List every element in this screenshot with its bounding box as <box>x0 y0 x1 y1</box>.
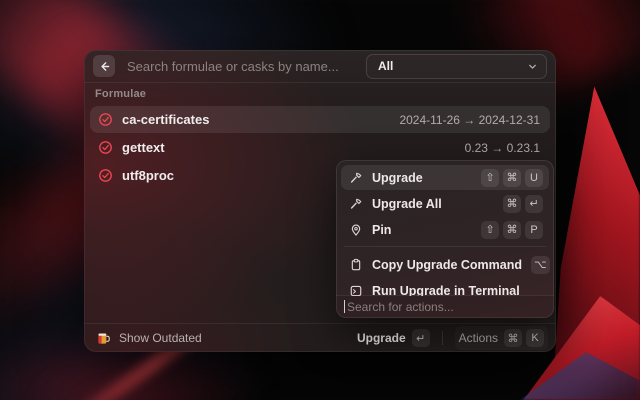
header: All <box>84 50 556 82</box>
menu-item-label: Upgrade All <box>372 197 494 211</box>
header-divider <box>84 82 556 83</box>
cmd-keycap: ⌘ <box>503 221 521 239</box>
shift-keycap: ⇧ <box>481 221 499 239</box>
primary-action-label: Upgrade <box>357 331 406 345</box>
p-keycap: P <box>525 221 543 239</box>
actions-search-input[interactable] <box>345 299 545 315</box>
actions-label: Actions <box>459 331 498 345</box>
hammer-icon <box>349 171 363 185</box>
list-item-gettext[interactable]: gettext 0.23 → 0.23.1 <box>90 134 550 161</box>
search-input[interactable] <box>125 58 356 75</box>
section-label: Formulae <box>95 88 146 100</box>
actions-list: Upgrade ⇧ ⌘ U Upgrade All ⌘ ↵ <box>336 160 554 296</box>
menu-item-upgrade[interactable]: Upgrade ⇧ ⌘ U <box>341 165 549 190</box>
footer-source-label: Show Outdated <box>119 331 202 345</box>
filter-dropdown[interactable]: All <box>366 54 547 79</box>
check-circle-icon <box>98 140 113 155</box>
wallpaper-blue-wedge-bottom-right <box>520 352 640 400</box>
footer: Show Outdated Upgrade ↵ Actions ⌘ K <box>84 324 556 352</box>
cmd-keycap: ⌘ <box>503 195 521 213</box>
arrow-left-icon <box>98 60 111 73</box>
menu-item-label: Pin <box>372 223 472 237</box>
menu-item-label: Upgrade <box>372 171 472 185</box>
return-keycap: ↵ <box>525 195 543 213</box>
menu-item-run-upgrade-in-terminal[interactable]: Run Upgrade in Terminal <box>341 278 549 296</box>
cmd-keycap: ⌘ <box>503 169 521 187</box>
formula-name: ca-certificates <box>122 112 390 127</box>
wallpaper-red-wedge-right <box>552 70 640 400</box>
option-keycap: ⌥ <box>531 256 550 274</box>
pin-icon <box>349 223 363 237</box>
text-caret <box>344 300 345 313</box>
chevron-down-icon <box>527 61 538 72</box>
menu-item-label: Copy Upgrade Command <box>372 258 522 272</box>
menu-item-upgrade-all[interactable]: Upgrade All ⌘ ↵ <box>341 191 549 216</box>
filter-dropdown-value: All <box>378 59 527 73</box>
footer-vertical-divider <box>442 331 443 345</box>
back-button[interactable] <box>93 55 115 77</box>
hammer-icon <box>349 197 363 211</box>
clipboard-icon <box>349 258 363 272</box>
shift-keycap: ⇧ <box>481 169 499 187</box>
formula-name: gettext <box>122 140 456 155</box>
u-keycap: U <box>525 169 543 187</box>
primary-action-button[interactable]: Upgrade ↵ <box>357 329 430 347</box>
version-change: 0.23 → 0.23.1 <box>465 141 540 155</box>
return-keycap: ↵ <box>412 329 430 347</box>
extension-badge: Show Outdated <box>96 331 349 346</box>
list-item-ca-certificates[interactable]: ca-certificates 2024-11-26 → 2024-12-31 <box>90 106 550 133</box>
actions-popover: Upgrade ⇧ ⌘ U Upgrade All ⌘ ↵ <box>336 160 554 318</box>
menu-item-pin[interactable]: Pin ⇧ ⌘ P <box>341 217 549 242</box>
actions-search-bar <box>336 295 554 318</box>
actions-button[interactable]: Actions ⌘ K <box>455 326 548 350</box>
k-keycap: K <box>526 329 544 347</box>
menu-item-copy-upgrade-command[interactable]: Copy Upgrade Command ⌥ ⌘ C <box>341 252 549 277</box>
desktop: All Formulae ca-certificates 2024-11-26 … <box>0 0 640 400</box>
cmd-keycap: ⌘ <box>504 329 522 347</box>
check-circle-icon <box>98 112 113 127</box>
check-circle-icon <box>98 168 113 183</box>
version-change: 2024-11-26 → 2024-12-31 <box>399 113 540 127</box>
menu-separator <box>344 246 546 247</box>
beer-mug-icon <box>96 331 111 346</box>
